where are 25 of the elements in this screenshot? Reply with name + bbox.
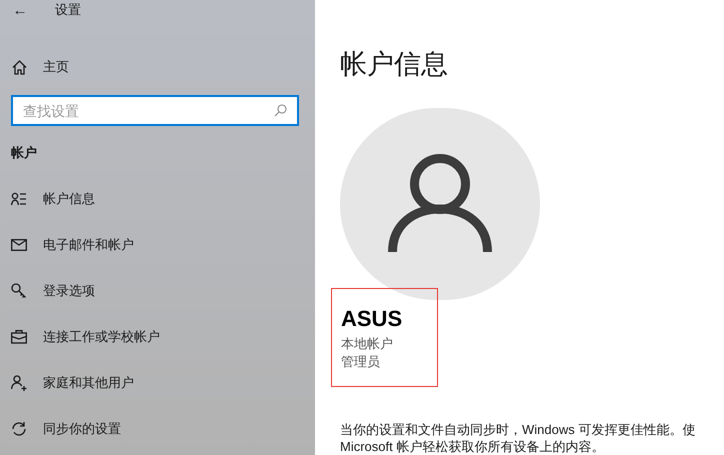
page-heading: 帐户信息 — [340, 48, 448, 81]
nav-item[interactable]: 连接工作或学校帐户 — [0, 328, 315, 346]
person-list-icon — [11, 192, 27, 206]
home-link[interactable]: 主页 — [43, 57, 69, 77]
account-role: 管理员 — [341, 352, 381, 371]
window-title: 设置 — [55, 1, 81, 20]
person-add-icon — [11, 374, 27, 390]
key-icon — [11, 282, 27, 298]
person-icon — [388, 154, 492, 254]
nav-item[interactable]: 同步你的设置 — [0, 420, 315, 438]
description-text: 当你的设置和文件自动同步时，Windows 可发挥更佳性能。使 Microsoft 帐户轻松获取你所有设备上的内容。 — [340, 421, 696, 455]
section-heading: 帐户 — [11, 144, 38, 162]
search-icon — [274, 104, 287, 117]
briefcase-icon — [11, 330, 27, 344]
nav-item[interactable]: 帐户信息 — [0, 190, 315, 208]
search-field[interactable]: 查找设置 — [11, 95, 299, 126]
nav-item[interactable]: 登录选项 — [0, 282, 315, 300]
user-name: ASUS — [341, 306, 404, 332]
nav-item[interactable]: 家庭和其他用户 — [0, 374, 315, 392]
nav-item[interactable]: 电子邮件和帐户 — [0, 236, 315, 254]
sync-icon — [11, 420, 27, 436]
back-button[interactable]: ← — [11, 2, 29, 18]
mail-icon — [11, 238, 27, 250]
home-icon[interactable] — [12, 60, 27, 74]
account-type: 本地帐户 — [341, 334, 394, 353]
